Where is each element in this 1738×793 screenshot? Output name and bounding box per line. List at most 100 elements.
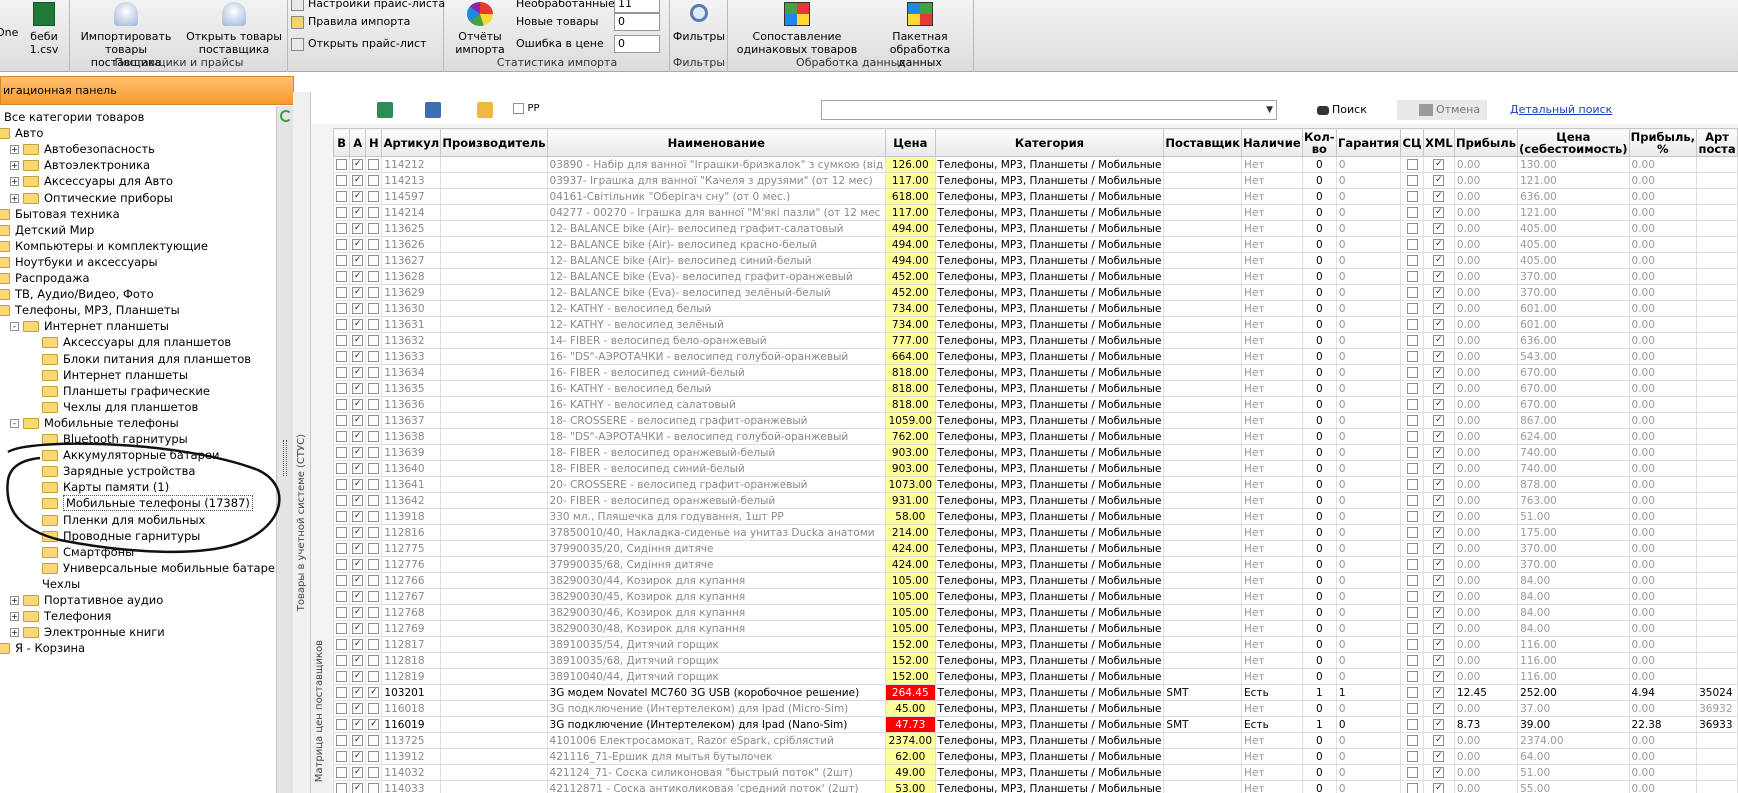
xml-checkbox[interactable]: ✓	[1433, 511, 1445, 522]
xml-checkbox[interactable]: ✓	[1433, 319, 1445, 330]
tree-node[interactable]: + Телефония	[10, 608, 111, 624]
n-checkbox[interactable]	[368, 623, 380, 634]
reports-button[interactable]: Отчёты импорта	[448, 2, 512, 56]
b-checkbox[interactable]	[336, 559, 348, 570]
sc-checkbox[interactable]	[1406, 783, 1418, 793]
b-checkbox[interactable]	[336, 159, 348, 170]
tree-node[interactable]: Смартфоны	[42, 544, 134, 560]
tree-node[interactable]: Планшеты графические	[42, 383, 210, 399]
n-checkbox[interactable]	[368, 383, 380, 394]
n-checkbox[interactable]	[368, 447, 380, 458]
table-row[interactable]: ✓ 113630 12- KATHY - велосипед белый 734.00…	[333, 300, 1738, 317]
filters-button[interactable]: Фильтры	[672, 4, 726, 43]
expand-icon[interactable]: +	[10, 177, 19, 187]
tree-node[interactable]: - Интернет планшеты	[10, 318, 169, 334]
table-row[interactable]: ✓ 113629 12- BALANCE bike (Eva)- велосипед…	[333, 284, 1738, 301]
xml-checkbox[interactable]: ✓	[1433, 207, 1445, 218]
b-checkbox[interactable]	[336, 239, 348, 250]
collapse-icon[interactable]: -	[10, 322, 19, 332]
sc-checkbox[interactable]	[1406, 703, 1418, 714]
table-row[interactable]: ✓ 112769 38290030/48, Козирок для купання 1…	[333, 620, 1738, 637]
table-row[interactable]: ✓ ✓ 116019 3G подключение (Интертелеком) дл…	[333, 716, 1738, 733]
sc-checkbox[interactable]	[1406, 495, 1418, 506]
n-checkbox[interactable]	[368, 367, 380, 378]
xml-checkbox[interactable]: ✓	[1433, 191, 1445, 202]
refresh-icon[interactable]	[280, 110, 292, 122]
xml-checkbox[interactable]: ✓	[1433, 719, 1445, 730]
sc-checkbox[interactable]	[1406, 447, 1418, 458]
n-checkbox[interactable]	[368, 431, 380, 442]
a-checkbox[interactable]: ✓	[352, 271, 364, 282]
tree-node[interactable]: Bluetooth гарнитуры	[42, 431, 188, 447]
a-checkbox[interactable]: ✓	[352, 767, 364, 778]
tree-node[interactable]: Я - Корзина	[0, 640, 85, 656]
expand-icon[interactable]: +	[10, 145, 19, 155]
sc-checkbox[interactable]	[1406, 191, 1418, 202]
sc-checkbox[interactable]	[1406, 639, 1418, 650]
a-checkbox[interactable]: ✓	[352, 527, 364, 538]
b-checkbox[interactable]	[336, 703, 348, 714]
table-row[interactable]: ✓ 114214 04277 - 00270 - Іграшка для ванно…	[333, 204, 1738, 221]
column-header[interactable]: СЦ	[1400, 128, 1424, 157]
table-row[interactable]: ✓ ✓ 103201 3G модем Novatel MC760 3G USB (к…	[333, 684, 1738, 701]
a-checkbox[interactable]: ✓	[352, 559, 364, 570]
b-checkbox[interactable]	[336, 463, 348, 474]
xml-checkbox[interactable]: ✓	[1433, 175, 1445, 186]
table-row[interactable]: ✓ 112767 38290030/45, Козирок для купання 1…	[333, 588, 1738, 605]
expand-icon[interactable]: +	[10, 612, 19, 622]
pp-checkbox-box[interactable]	[513, 102, 524, 114]
b-checkbox[interactable]	[336, 767, 348, 778]
b-checkbox[interactable]	[336, 271, 348, 282]
a-checkbox[interactable]: ✓	[352, 703, 364, 714]
xml-checkbox[interactable]: ✓	[1433, 527, 1445, 538]
import-rules-button[interactable]: Правила импорта	[291, 12, 410, 32]
n-checkbox[interactable]	[368, 319, 380, 330]
b-checkbox[interactable]	[336, 319, 348, 330]
table-row[interactable]: ✓ 113627 12- BALANCE bike (Air)- велосипед…	[333, 252, 1738, 269]
sc-checkbox[interactable]	[1406, 751, 1418, 762]
xml-checkbox[interactable]: ✓	[1433, 287, 1445, 298]
b-checkbox[interactable]	[336, 495, 348, 506]
tree-node[interactable]: Мобильные телефоны (17387)	[42, 495, 253, 512]
n-checkbox[interactable]	[368, 463, 380, 474]
table-row[interactable]: ✓ 113642 20- FIBER - велосипед оранжевый-б…	[333, 492, 1738, 509]
xml-checkbox[interactable]: ✓	[1433, 367, 1445, 378]
xml-checkbox[interactable]: ✓	[1433, 399, 1445, 410]
table-row[interactable]: ✓ 114597 04161-Світільник "Оберігач сну" (…	[333, 188, 1738, 205]
column-header[interactable]: В	[333, 128, 351, 157]
b-checkbox[interactable]	[336, 671, 348, 682]
folder-icon[interactable]	[477, 102, 493, 118]
table-row[interactable]: ✓ 113637 18- CROSSERE - велосипед графит-о…	[333, 412, 1738, 429]
a-checkbox[interactable]: ✓	[352, 655, 364, 666]
n-checkbox[interactable]	[368, 255, 380, 266]
table-row[interactable]: ✓ 113638 18- "DS"-АЭРОТАЧКИ - велосипед го…	[333, 428, 1738, 445]
tree-node[interactable]: Чехлы	[42, 576, 80, 592]
table-row[interactable]: ✓ 112768 38290030/46, Козирок для купання 1…	[333, 604, 1738, 621]
xml-checkbox[interactable]: ✓	[1433, 703, 1445, 714]
xml-checkbox[interactable]: ✓	[1433, 463, 1445, 474]
tree-node[interactable]: Блоки питания для планшетов	[42, 351, 251, 367]
b-checkbox[interactable]	[336, 175, 348, 186]
sc-checkbox[interactable]	[1406, 655, 1418, 666]
xml-checkbox[interactable]: ✓	[1433, 351, 1445, 362]
a-checkbox[interactable]: ✓	[352, 159, 364, 170]
table-row[interactable]: ✓ 116018 3G подключение (Интертелеком) для…	[333, 700, 1738, 717]
a-checkbox[interactable]: ✓	[352, 591, 364, 602]
xml-checkbox[interactable]: ✓	[1433, 543, 1445, 554]
n-checkbox[interactable]	[368, 511, 380, 522]
n-checkbox[interactable]	[368, 783, 380, 793]
b-checkbox[interactable]	[336, 751, 348, 762]
column-header[interactable]: Поставщик	[1163, 128, 1243, 157]
b-checkbox[interactable]	[336, 383, 348, 394]
xml-checkbox[interactable]: ✓	[1433, 239, 1445, 250]
n-checkbox[interactable]	[368, 591, 380, 602]
tree-node[interactable]: Ноутбуки и аксессуары	[0, 254, 158, 270]
tree-node[interactable]: Распродажа	[0, 270, 90, 286]
column-header[interactable]: А	[349, 128, 367, 157]
n-checkbox[interactable]	[368, 735, 380, 746]
table-row[interactable]: ✓ 113632 14- FIBER - велосипед бело-оранже…	[333, 332, 1738, 349]
b-checkbox[interactable]	[336, 287, 348, 298]
xml-checkbox[interactable]: ✓	[1433, 751, 1445, 762]
sc-checkbox[interactable]	[1406, 239, 1418, 250]
n-checkbox[interactable]	[368, 191, 380, 202]
